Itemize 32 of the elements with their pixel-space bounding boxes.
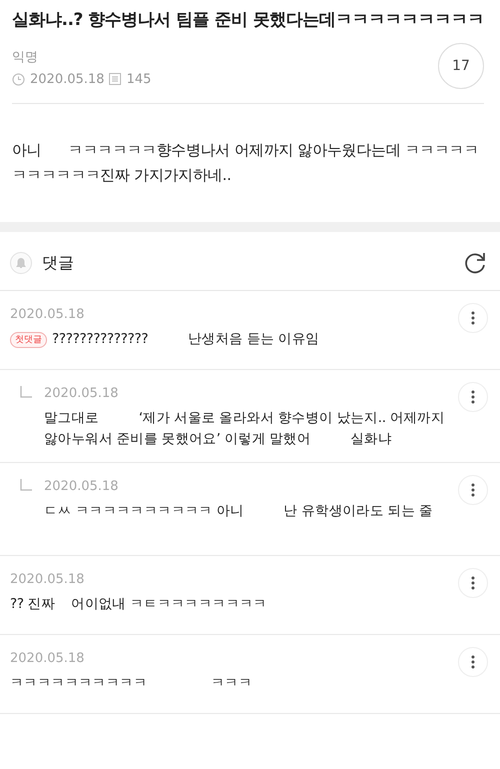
more-icon [471,311,475,325]
more-options-button[interactable] [458,303,488,333]
comment-date: 2020.05.18 [10,572,84,587]
comment-count-button[interactable]: 17 [438,43,484,89]
clock-icon [12,72,25,86]
comment-date: 2020.05.18 [44,479,118,494]
document-icon [109,73,122,85]
more-icon [471,655,475,669]
post-body-text: 아니 ㅋㅋㅋㅋㅋㅋ향수병나서 어제까지 앓아누웠다는데 ㅋㅋㅋㅋㅋㅋㅋㅋㅋㅋㅋ진짜 가지가지하네.. [12,140,480,186]
more-options-button[interactable] [458,647,488,677]
post-date: 2020.05.18 [30,72,104,86]
more-icon [471,390,475,404]
more-icon [471,483,475,497]
comment-text: 말그대로 ‘제가 서울로 올라와서 향수병이 났는지.. 어제까지 앓아누워서 준비를 못했어요’ 이렇게 말했어 실화냐 [44,409,446,449]
more-options-button[interactable] [458,475,488,505]
comment-date: 2020.05.18 [44,386,118,401]
comment-date: 2020.05.18 [10,651,84,666]
comments-label: 댓글 [42,252,74,274]
more-options-button[interactable] [458,382,488,412]
bell-icon [10,252,32,274]
comment-text: ?? 진짜 어이없내 ㅋㅌㅋㅋㅋㅋㅋㅋㅋㅋ [10,595,267,614]
more-icon [471,576,475,590]
post-title: 실화냐..? 향수병나서 팀플 준비 못했다는데ㅋㅋㅋㅋㅋㅋㅋㅋㅋ [12,9,484,32]
comment-text: ㅋㅋㅋㅋㅋㅋㅋㅋㅋㅋ ㅋㅋㅋ [10,674,252,693]
author-name: 익명 [12,48,38,66]
comment-text: ?????????????? 난생처음 듣는 이유임 [52,330,320,349]
more-options-button[interactable] [458,568,488,598]
view-count: 145 [126,72,152,86]
comment-text: ㄷㅆ ㅋㅋㅋㅋㅋㅋㅋㅋㅋㅋ 아니 난 유학생이라도 되는 줄 [44,502,433,521]
refresh-icon[interactable] [462,250,488,276]
first-comment-badge: 첫댓글 [10,332,47,348]
comment-date: 2020.05.18 [10,307,84,322]
